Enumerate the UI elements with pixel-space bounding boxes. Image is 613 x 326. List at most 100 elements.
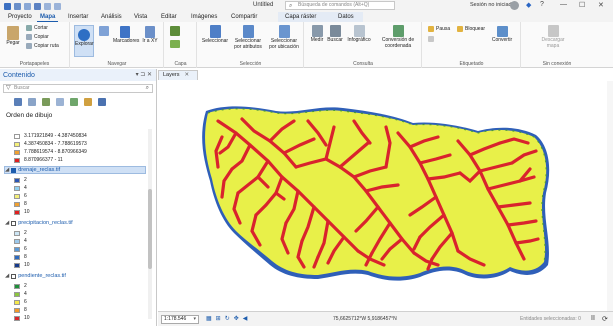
redo-icon[interactable] xyxy=(54,2,61,10)
pane-options-icon[interactable]: ▾ ⊐ ✕ xyxy=(136,71,152,78)
contents-scroll-thumb[interactable] xyxy=(148,189,152,269)
select-by-location-button[interactable]: Seleccionar por ubicación xyxy=(267,25,301,50)
minimize-icon[interactable]: — xyxy=(560,1,567,8)
legend-item: 10 xyxy=(14,315,30,321)
infographic-button[interactable]: Infográfico xyxy=(345,25,373,44)
layer-visibility-checkbox[interactable] xyxy=(11,273,17,279)
map-tab-layers[interactable]: Layers ✕ xyxy=(158,70,199,80)
tab-imagenes[interactable]: Imágenes xyxy=(188,13,220,21)
open-project-icon[interactable] xyxy=(24,2,31,10)
maximize-icon[interactable]: ☐ xyxy=(579,1,585,9)
layer-name[interactable]: pendiente_reclas.tif xyxy=(18,273,66,279)
contents-search-input[interactable]: ▽ Buscar ⌕ xyxy=(3,84,153,93)
undo-icon[interactable] xyxy=(44,2,51,10)
layer-name[interactable]: drenaje_reclas.tif xyxy=(18,167,60,173)
tab-vista[interactable]: Vista xyxy=(131,13,150,21)
expand-icon[interactable]: ◢ xyxy=(5,273,9,279)
tab-insertar[interactable]: Insertar xyxy=(65,13,91,21)
bookmarks-label: Marcadores xyxy=(113,38,140,44)
infographic-icon xyxy=(353,25,365,37)
help-icon[interactable]: ? xyxy=(540,1,544,8)
pause-drawing-icon[interactable]: II xyxy=(591,315,595,322)
command-search-input[interactable]: ⌕ Búsqueda de comandos (Alt+Q) xyxy=(285,1,395,10)
locate-button[interactable]: Buscar xyxy=(327,25,343,44)
legend-swatch xyxy=(14,299,20,305)
legend-swatch xyxy=(14,307,20,313)
select-button[interactable]: Seleccionar xyxy=(201,25,229,45)
coordinate-conversion-button[interactable]: Conversión de coordenada xyxy=(377,25,419,49)
close-icon[interactable]: ✕ xyxy=(185,72,190,78)
rotation-icon[interactable]: ↻ xyxy=(225,315,230,322)
paste-label: Pegar xyxy=(6,40,20,46)
status-bar: 1:178.546 ▾ ▦ ⊞ ↻ ✥ ◀ 75,6625712°W 5,9186… xyxy=(158,311,613,326)
convert-labels-button[interactable]: Convertir xyxy=(489,26,515,44)
explore-icon xyxy=(78,29,90,41)
drawing-order-title: Orden de dibujo xyxy=(6,112,53,119)
notifications-icon[interactable]: ◆ xyxy=(526,1,531,9)
paste-button[interactable]: Pegar xyxy=(4,26,22,47)
map-scrollbar[interactable] xyxy=(607,81,613,311)
cut-button[interactable]: Cortar xyxy=(26,25,48,31)
tab-editar[interactable]: Editar xyxy=(158,13,180,21)
group-label-seleccion: Selección xyxy=(239,61,262,67)
tab-capa-raster[interactable]: Capa ráster xyxy=(282,13,319,21)
close-icon[interactable]: ✕ xyxy=(598,1,604,9)
map-canvas[interactable] xyxy=(158,81,613,311)
copy-path-button[interactable]: Copiar ruta xyxy=(26,43,59,49)
refresh-icon[interactable]: ⟳ xyxy=(602,315,608,323)
pan-icon[interactable]: ✥ xyxy=(234,315,239,322)
grid-icon[interactable]: ▦ xyxy=(206,315,212,322)
go-to-xy-button[interactable]: Ir a XY xyxy=(140,26,160,45)
map-status-tools: ▦ ⊞ ↻ ✥ ◀ xyxy=(206,315,247,322)
explore-button[interactable]: Explorar xyxy=(74,25,94,57)
pause-labels-button[interactable]: Pausa xyxy=(428,26,450,32)
perspective-icon[interactable] xyxy=(98,98,106,106)
tab-analisis[interactable]: Análisis xyxy=(98,13,125,21)
legend-label: 3.171921849 - 4.387450834 xyxy=(24,133,87,139)
layer-visibility-checkbox[interactable] xyxy=(11,167,17,173)
zoom-full-icon[interactable]: ⊞ xyxy=(216,315,221,322)
data-source-icon[interactable] xyxy=(28,98,36,106)
zoom-tools[interactable] xyxy=(97,26,111,37)
avatar[interactable] xyxy=(510,1,519,10)
tab-compartir[interactable]: Compartir xyxy=(228,13,260,21)
tab-datos[interactable]: Datos xyxy=(335,13,357,21)
basemap-button[interactable] xyxy=(169,40,181,49)
layer-pendiente[interactable]: ◢ pendiente_reclas.tif xyxy=(5,273,66,279)
selection-list-icon[interactable] xyxy=(42,98,50,106)
legend-label: 6 xyxy=(24,193,27,199)
labeling-icon[interactable] xyxy=(84,98,92,106)
copy-button[interactable]: Copiar xyxy=(26,34,49,40)
legend-swatch xyxy=(14,246,20,252)
signin-status[interactable]: Sesión no iniciada xyxy=(470,2,515,8)
measure-button[interactable]: Medir xyxy=(309,25,325,44)
layer-name[interactable]: precipitacion_reclas.tif xyxy=(18,220,72,226)
contents-header: Contenido ▾ ⊐ ✕ xyxy=(0,69,156,81)
legend-label: 2 xyxy=(24,283,27,289)
add-data-button[interactable] xyxy=(169,26,181,37)
legend-item: 7.788619574 - 8.870966349 xyxy=(14,149,87,155)
download-map-button[interactable]: Descargar mapa xyxy=(536,25,570,49)
add-data-icon xyxy=(170,26,180,36)
select-by-attributes-button[interactable]: Seleccionar por atributos xyxy=(231,25,265,50)
legend-label: 4 xyxy=(24,291,27,297)
legend-label: 8 xyxy=(24,307,27,313)
snapping-icon[interactable] xyxy=(70,98,78,106)
save-icon[interactable] xyxy=(34,2,41,10)
layer-visibility-checkbox[interactable] xyxy=(11,220,17,226)
layer-precipitacion[interactable]: ◢ precipitacion_reclas.tif xyxy=(5,220,73,226)
expand-icon[interactable]: ◢ xyxy=(5,220,9,226)
drawing-order-icon[interactable] xyxy=(14,98,22,106)
legend-item: 2 xyxy=(14,177,27,183)
new-project-icon[interactable] xyxy=(14,2,21,10)
scale-selector[interactable]: 1:178.546 ▾ xyxy=(161,315,199,324)
tab-proyecto[interactable]: Proyecto xyxy=(5,13,35,21)
previous-extent-icon[interactable]: ◀ xyxy=(243,315,248,322)
expand-icon[interactable]: ◢ xyxy=(5,167,9,173)
lock-labels-button[interactable]: Bloquear xyxy=(457,26,485,32)
editing-list-icon[interactable] xyxy=(56,98,64,106)
label-options-button[interactable] xyxy=(428,36,434,42)
bookmarks-button[interactable]: Marcadores xyxy=(113,26,140,45)
layer-drenaje[interactable]: ◢ drenaje_reclas.tif xyxy=(5,167,60,173)
contents-scrollbar[interactable] xyxy=(148,129,152,319)
